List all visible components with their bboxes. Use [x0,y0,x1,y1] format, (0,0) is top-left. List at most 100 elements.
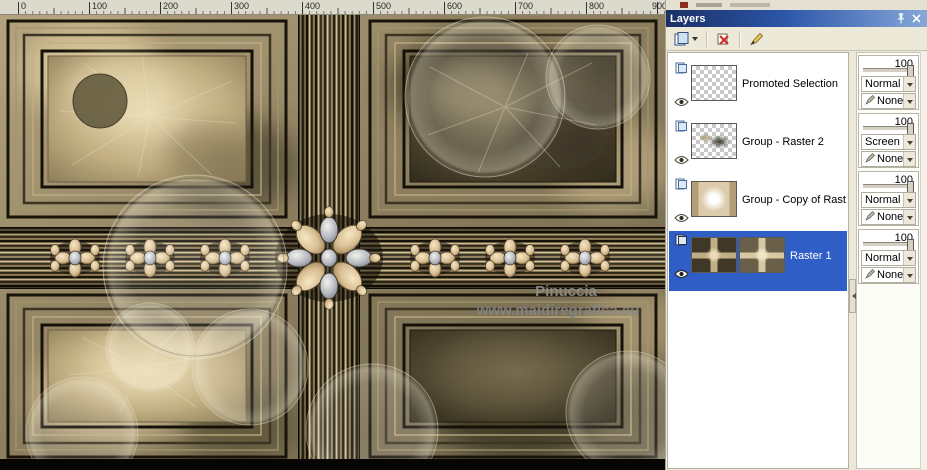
layer-thumbnail [739,237,785,273]
dropdown-arrow-icon [692,37,698,44]
visibility-eye-icon[interactable] [673,213,689,226]
layer-prop-block: 100 Normal None [858,229,919,284]
collapse-left-arrow-icon [849,293,856,299]
layer-prop-block: 100 Normal None [858,171,919,226]
clipped-icon-fragment [680,2,688,8]
dropdown-arrow-icon [903,268,915,282]
ruler-label: 200 [163,1,178,11]
new-layer-button[interactable] [670,29,702,49]
layer-name: Group - Raster 2 [742,136,824,148]
canvas-image[interactable]: Pinuccia www.maidiregrafica.eu [0,15,665,470]
opacity-control[interactable]: 100 [859,172,918,193]
pushpin-icon[interactable] [896,13,906,24]
layers-palette-titlebar[interactable]: Layers [666,10,927,27]
ruler-label: 300 [234,1,249,11]
watermark-line2: www.maidiregrafica.eu [476,302,640,319]
ruler-label: 900 [652,1,665,11]
layer-page-icon [675,234,688,249]
layer-row-promoted-selection[interactable]: Promoted Selection [669,59,847,115]
layers-palette-body: Promoted Selection Group - Raster 2 Grou… [666,50,927,470]
edit-selection-button[interactable] [745,29,768,49]
opacity-control[interactable]: 100 [859,56,918,77]
layer-thumbnail [691,237,737,273]
layer-list: Promoted Selection Group - Raster 2 Grou… [667,52,849,469]
layer-name: Promoted Selection [742,78,838,90]
edit-selection-icon [750,32,764,45]
opacity-slider[interactable] [863,123,914,135]
close-icon[interactable] [912,14,921,23]
palette-splitter-button[interactable] [849,279,856,313]
palette-scrollbar[interactable] [920,52,927,469]
toolbar-separator [739,30,741,47]
visibility-eye-icon[interactable] [673,269,689,282]
layer-prop-block: 100 Screen None [858,113,919,168]
blend-mode-value: Normal [865,252,901,264]
blend-mode-value: Normal [865,78,901,90]
layers-toolbar [666,27,927,50]
blend-mode-dropdown[interactable]: Normal [861,250,916,266]
dropdown-arrow-icon [903,251,915,265]
opacity-slider[interactable] [863,181,914,193]
clipped-icon-fragment [696,3,722,7]
clipped-icon-fragment [730,3,770,7]
layers-palette: Layers Promoted Selection Group - Raster… [665,0,927,470]
link-pen-icon [865,152,875,166]
dropdown-arrow-icon [903,193,915,207]
link-pen-icon [865,210,875,224]
ruler-label: 100 [92,1,107,11]
link-set-value: None [877,95,904,107]
layer-group-icon [675,120,688,135]
layer-name: Group - Copy of Rast [742,194,846,206]
link-set-value: None [877,153,904,165]
dropdown-arrow-icon [903,77,915,91]
blend-mode-value: Normal [865,194,901,206]
horizontal-ruler: 0 100 200 300 400 500 600 700 800 900 [0,0,665,15]
dropdown-arrow-icon [903,210,915,224]
layer-row-raster-1[interactable]: Raster 1 [669,231,847,291]
ruler-label: 500 [376,1,391,11]
layer-thumbnail [691,123,737,159]
layer-thumbnail [691,181,737,217]
canvas-area: 0 100 200 300 400 500 600 700 800 900 Pi… [0,0,665,470]
visibility-eye-icon[interactable] [673,97,689,110]
blend-mode-dropdown[interactable]: Normal [861,192,916,208]
layer-thumbnail [691,65,737,101]
layer-group-icon [675,178,688,193]
link-pen-icon [865,268,875,282]
blend-mode-dropdown[interactable]: Normal [861,76,916,92]
dropdown-arrow-icon [903,135,915,149]
ruler-label: 600 [447,1,462,11]
dropdown-arrow-icon [903,152,915,166]
link-set-value: None [877,269,904,281]
opacity-slider[interactable] [863,239,914,251]
opacity-control[interactable]: 100 [859,114,918,135]
layer-prop-block: 100 Normal None [858,55,919,110]
toolbar-separator [706,30,708,47]
layer-row-group-raster-2[interactable]: Group - Raster 2 [669,117,847,173]
layer-row-group-copy[interactable]: Group - Copy of Rast [669,175,847,231]
new-layer-icon [674,31,689,45]
link-set-value: None [877,211,904,223]
palette-title: Layers [670,12,706,25]
delete-layer-icon [717,33,729,45]
psp-workspace: 0 100 200 300 400 500 600 700 800 900 Pi… [0,0,927,470]
visibility-eye-icon[interactable] [673,155,689,168]
layer-page-icon [675,62,688,77]
link-set-dropdown[interactable]: None [861,151,916,167]
link-pen-icon [865,94,875,108]
ruler-label: 700 [518,1,533,11]
ruler-label: 0 [21,1,26,11]
blend-mode-value: Screen [865,136,900,148]
layer-name: Raster 1 [790,250,832,262]
blend-mode-dropdown[interactable]: Screen [861,134,916,150]
layer-properties-column: 100 Normal None 100 Screen None 100 Norm… [856,52,921,469]
link-set-dropdown[interactable]: None [861,93,916,109]
dropdown-arrow-icon [903,94,915,108]
ruler-label: 400 [305,1,320,11]
link-set-dropdown[interactable]: None [861,209,916,225]
opacity-slider[interactable] [863,65,914,77]
delete-layer-button[interactable] [712,29,735,49]
link-set-dropdown[interactable]: None [861,267,916,283]
ruler-label: 800 [589,1,604,11]
opacity-control[interactable]: 100 [859,230,918,251]
